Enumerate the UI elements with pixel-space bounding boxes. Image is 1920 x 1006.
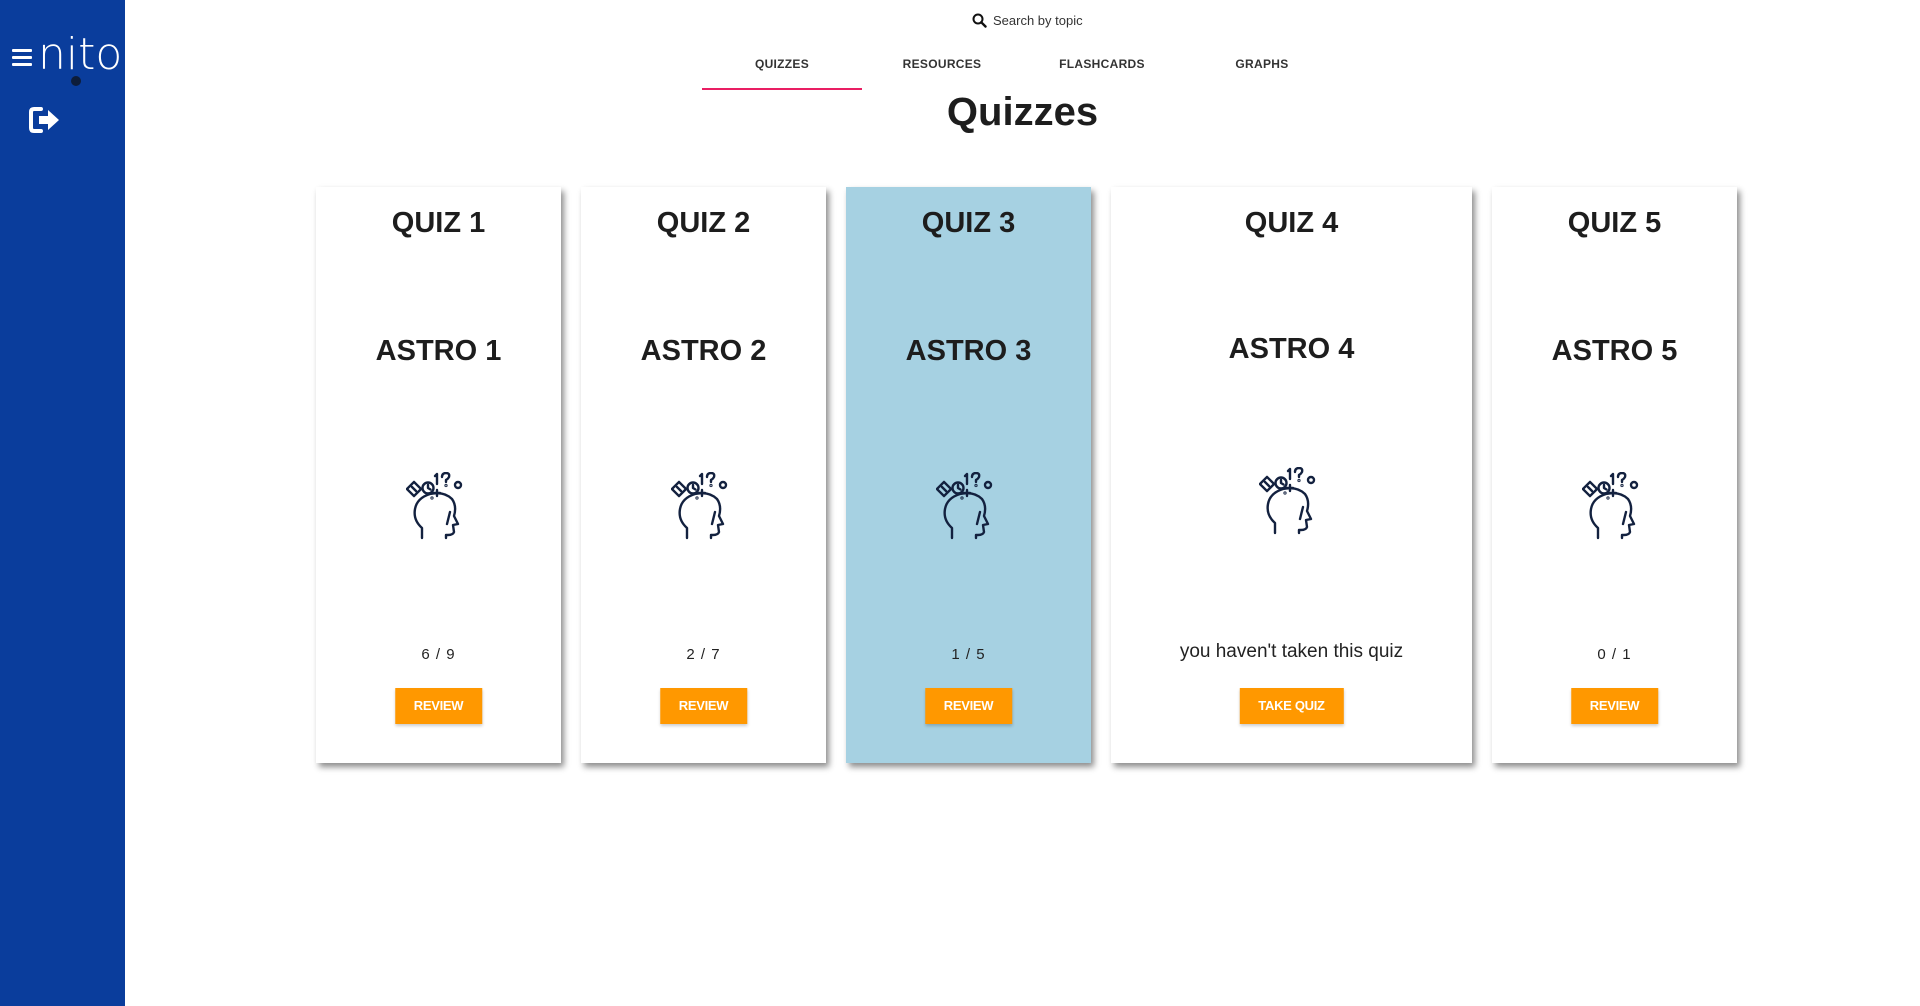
quiz-topic: ASTRO 1 — [375, 335, 502, 367]
quiz-score: 0 / 1 — [1597, 646, 1632, 663]
head-brain-icon — [935, 471, 1002, 542]
quiz-card[interactable]: QUIZ 4 ASTRO 4 you haven't taken this qu… — [1111, 187, 1472, 763]
quiz-topic: ASTRO 2 — [640, 335, 767, 367]
search-icon — [972, 13, 987, 28]
app-logo[interactable]: nito — [10, 30, 122, 90]
search-box[interactable]: Search by topic — [972, 9, 1083, 31]
tab-graphs[interactable]: GRAPHS — [1182, 48, 1342, 90]
quiz-title: QUIZ 5 — [1567, 207, 1662, 239]
logo-dot — [71, 76, 81, 86]
review-button[interactable]: REVIEW — [394, 688, 483, 724]
quiz-topic: ASTRO 5 — [1551, 335, 1678, 367]
quiz-score: 2 / 7 — [686, 646, 721, 663]
quiz-title: QUIZ 1 — [391, 207, 486, 239]
head-brain-icon — [405, 471, 472, 542]
quiz-card[interactable]: QUIZ 1 ASTRO 1 6 / 9 REVIEW — [316, 187, 561, 763]
head-brain-icon — [1581, 471, 1648, 542]
page-title: Quizzes — [946, 90, 1099, 134]
logo-text: nito — [38, 29, 123, 80]
quiz-title: QUIZ 4 — [1244, 207, 1339, 239]
quiz-title: QUIZ 3 — [921, 207, 1016, 239]
head-brain-icon — [670, 471, 737, 542]
quiz-topic: ASTRO 3 — [905, 335, 1032, 367]
review-button[interactable]: REVIEW — [924, 688, 1013, 724]
hamburger-icon[interactable] — [12, 49, 32, 70]
quiz-status-message: you haven't taken this quiz — [1179, 641, 1404, 662]
quiz-score: 1 / 5 — [951, 646, 986, 663]
take-quiz-button[interactable]: TAKE QUIZ — [1239, 688, 1344, 724]
review-button[interactable]: REVIEW — [659, 688, 748, 724]
quiz-title: QUIZ 2 — [656, 207, 751, 239]
tab-quizzes[interactable]: QUIZZES — [702, 48, 862, 90]
sidebar: nito — [0, 0, 125, 1006]
head-brain-icon — [1258, 466, 1325, 537]
quiz-card[interactable]: QUIZ 5 ASTRO 5 0 / 1 REVIEW — [1492, 187, 1737, 763]
sign-out-icon[interactable] — [28, 106, 62, 134]
quiz-score: 6 / 9 — [421, 646, 456, 663]
quiz-card[interactable]: QUIZ 3 ASTRO 3 1 / 5 REVIEW — [846, 187, 1091, 763]
quiz-card[interactable]: QUIZ 2 ASTRO 2 2 / 7 REVIEW — [581, 187, 826, 763]
search-label: Search by topic — [993, 12, 1083, 28]
review-button[interactable]: REVIEW — [1570, 688, 1659, 724]
quiz-topic: ASTRO 4 — [1228, 333, 1355, 365]
